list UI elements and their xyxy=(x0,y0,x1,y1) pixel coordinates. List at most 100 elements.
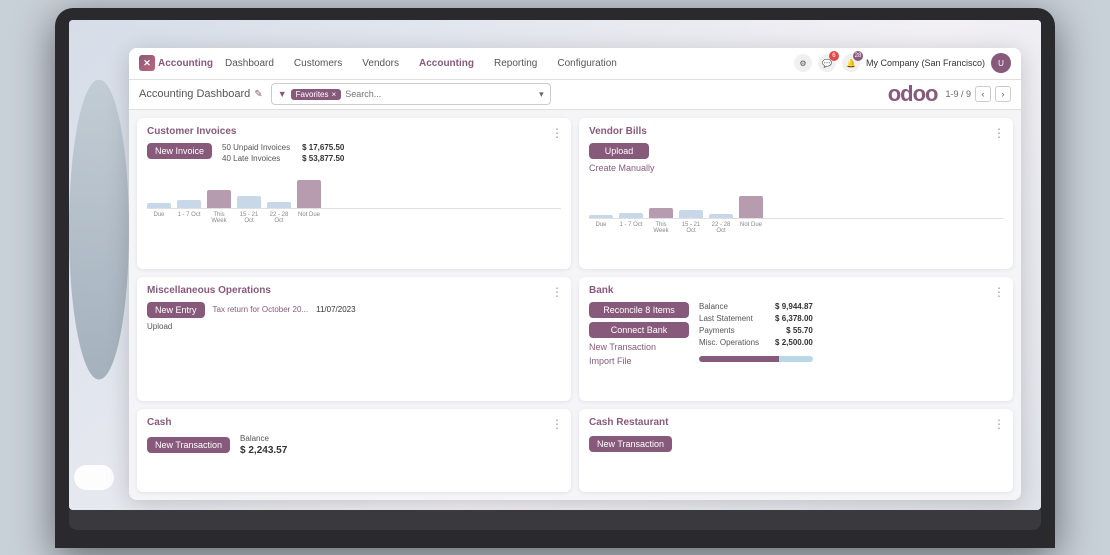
late-row: 40 Late Invoices $ 53,877.50 xyxy=(222,154,344,163)
cash-restaurant-menu[interactable]: ⋮ xyxy=(993,417,1005,431)
misc-ops-amount: $ 2,500.00 xyxy=(775,338,813,347)
bank-actions: Reconcile 8 Items Connect Bank New Trans… xyxy=(589,302,689,366)
nav-vendors[interactable]: Vendors xyxy=(358,56,403,71)
pagination: 1-9 / 9 ‹ › xyxy=(945,86,1011,102)
bar-this-week-bar xyxy=(207,190,231,208)
misc-menu[interactable]: ⋮ xyxy=(551,285,563,299)
cash-restaurant-new-transaction-button[interactable]: New Transaction xyxy=(589,436,672,452)
cash-restaurant-card: Cash Restaurant ⋮ New Transaction xyxy=(579,409,1013,491)
vlabel-22-28: 22 - 28 Oct xyxy=(709,222,733,234)
misc-operations-title: Miscellaneous Operations xyxy=(147,285,561,296)
customer-invoices-menu[interactable]: ⋮ xyxy=(551,126,563,140)
bank-stats: Balance $ 9,944.87 Last Statement $ 6,37… xyxy=(699,302,813,366)
misc-ops-row: Misc. Operations $ 2,500.00 xyxy=(699,338,813,347)
connect-bank-button[interactable]: Connect Bank xyxy=(589,322,689,338)
label-22-28: 22 - 28 Oct xyxy=(267,212,291,224)
unpaid-amount: $ 17,675.50 xyxy=(302,143,344,152)
vendor-bills-menu[interactable]: ⋮ xyxy=(993,126,1005,140)
nav-reporting[interactable]: Reporting xyxy=(490,56,541,71)
unpaid-row: 50 Unpaid Invoices $ 17,675.50 xyxy=(222,143,344,152)
nav-configuration[interactable]: Configuration xyxy=(553,56,620,71)
search-dropdown-icon[interactable]: ▾ xyxy=(539,89,544,100)
bar-15-21 xyxy=(237,196,261,208)
bell-icon-btn[interactable]: 🔔 28 xyxy=(842,54,860,72)
misc-ops-label: Misc. Operations xyxy=(699,338,759,347)
unpaid-label: 50 Unpaid Invoices xyxy=(222,143,290,152)
headphones-decoration xyxy=(74,465,114,490)
misc-date: 11/07/2023 xyxy=(316,305,355,314)
balance-row: Balance $ 9,944.87 xyxy=(699,302,813,311)
search-bar[interactable]: ▼ Favorites × ▾ xyxy=(271,83,551,105)
logo-icon: ✕ xyxy=(139,55,155,71)
nav-menu: Dashboard Customers Vendors Accounting R… xyxy=(221,56,786,71)
invoices-bar-chart xyxy=(147,169,561,209)
vlabel-not-due: Not Due xyxy=(739,222,763,234)
chart-x-labels: Due 1 - 7 Oct This Week 15 - 21 Oct 22 -… xyxy=(147,212,561,224)
bar-1-7 xyxy=(177,200,201,208)
upload-button[interactable]: Upload xyxy=(589,143,649,159)
dashboard-grid: Customer Invoices ⋮ New Invoice 50 Unpai… xyxy=(129,110,1021,500)
new-entry-button[interactable]: New Entry xyxy=(147,302,205,318)
chat-icon-btn[interactable]: 💬 6 xyxy=(818,54,836,72)
vlabel-this-week: This Week xyxy=(649,222,673,234)
vbar-not-due xyxy=(739,196,763,218)
page-title: Accounting Dashboard xyxy=(139,88,250,100)
customer-invoices-card: Customer Invoices ⋮ New Invoice 50 Unpai… xyxy=(137,118,571,269)
odoo-logo: odoo xyxy=(888,81,938,107)
vendor-chart-labels: Due 1 - 7 Oct This Week 15 - 21 Oct 22 -… xyxy=(589,222,1003,234)
bell-badge: 28 xyxy=(853,51,863,61)
vendor-bills-title: Vendor Bills xyxy=(589,126,1003,137)
bar-not-due xyxy=(297,180,321,208)
bank-card: Bank ⋮ Reconcile 8 Items Connect Bank Ne… xyxy=(579,277,1013,401)
customer-invoices-title: Customer Invoices xyxy=(147,126,561,137)
vlabel-15-21: 15 - 21 Oct xyxy=(679,222,703,234)
misc-operations-card: Miscellaneous Operations ⋮ New Entry Tax… xyxy=(137,277,571,401)
next-page-btn[interactable]: › xyxy=(995,86,1011,102)
company-name: My Company (San Francisco) xyxy=(866,58,985,68)
bank-content: Reconcile 8 Items Connect Bank New Trans… xyxy=(589,302,1003,366)
odoo-brand: odoo xyxy=(888,81,938,107)
topbar-right-section: ⚙ 💬 6 🔔 28 My Company (San Francisco) U xyxy=(794,53,1011,73)
balance-label: Balance xyxy=(699,302,728,311)
app-logo: ✕ Accounting xyxy=(139,55,213,71)
payments-label: Payments xyxy=(699,326,735,335)
cash-restaurant-title: Cash Restaurant xyxy=(589,417,1003,428)
page-title-section: Accounting Dashboard ✎ xyxy=(139,88,263,100)
app-name: Accounting xyxy=(158,58,213,69)
vendor-bills-card: Vendor Bills ⋮ Upload Create Manually xyxy=(579,118,1013,269)
cash-new-transaction-button[interactable]: New Transaction xyxy=(147,437,230,453)
nav-accounting[interactable]: Accounting xyxy=(415,56,478,71)
last-statement-label: Last Statement xyxy=(699,314,753,323)
new-transaction-link[interactable]: New Transaction xyxy=(589,342,689,352)
invoice-stats: 50 Unpaid Invoices $ 17,675.50 40 Late I… xyxy=(222,143,344,163)
settings-icon-btn[interactable]: ⚙ xyxy=(794,54,812,72)
bank-menu[interactable]: ⋮ xyxy=(993,285,1005,299)
vlabel-1-7: 1 - 7 Oct xyxy=(619,222,643,234)
cash-menu[interactable]: ⋮ xyxy=(551,417,563,431)
nav-dashboard[interactable]: Dashboard xyxy=(221,56,278,71)
pagination-text: 1-9 / 9 xyxy=(945,89,971,99)
label-due: Due xyxy=(147,212,171,224)
edit-icon[interactable]: ✎ xyxy=(254,89,262,100)
tax-return-link[interactable]: Tax return for October 20... xyxy=(213,305,309,314)
label-1-7: 1 - 7 Oct xyxy=(177,212,201,224)
bar-not-due-bar xyxy=(297,180,321,208)
payments-amount: $ 55.70 xyxy=(786,326,813,335)
favorites-tag[interactable]: Favorites × xyxy=(291,89,342,100)
nav-customers[interactable]: Customers xyxy=(290,56,346,71)
page-toolbar: Accounting Dashboard ✎ ▼ Favorites × ▾ o… xyxy=(129,80,1021,110)
new-invoice-button[interactable]: New Invoice xyxy=(147,143,212,159)
misc-content: New Entry Tax return for October 20... 1… xyxy=(147,302,561,318)
reconcile-button[interactable]: Reconcile 8 Items xyxy=(589,302,689,318)
search-input[interactable] xyxy=(345,89,535,99)
vbar-due xyxy=(589,215,613,218)
tag-close-icon[interactable]: × xyxy=(332,90,337,99)
import-file-link[interactable]: Import File xyxy=(589,356,689,366)
top-navbar: ✕ Accounting Dashboard Customers Vendors… xyxy=(129,48,1021,80)
create-manually-button[interactable]: Create Manually xyxy=(589,163,1003,173)
prev-page-btn[interactable]: ‹ xyxy=(975,86,991,102)
user-avatar[interactable]: U xyxy=(991,53,1011,73)
misc-upload-link[interactable]: Upload xyxy=(147,322,561,331)
customer-invoices-actions: New Invoice 50 Unpaid Invoices $ 17,675.… xyxy=(147,143,561,163)
cash-balance-amount: $ 2,243.57 xyxy=(240,445,287,456)
